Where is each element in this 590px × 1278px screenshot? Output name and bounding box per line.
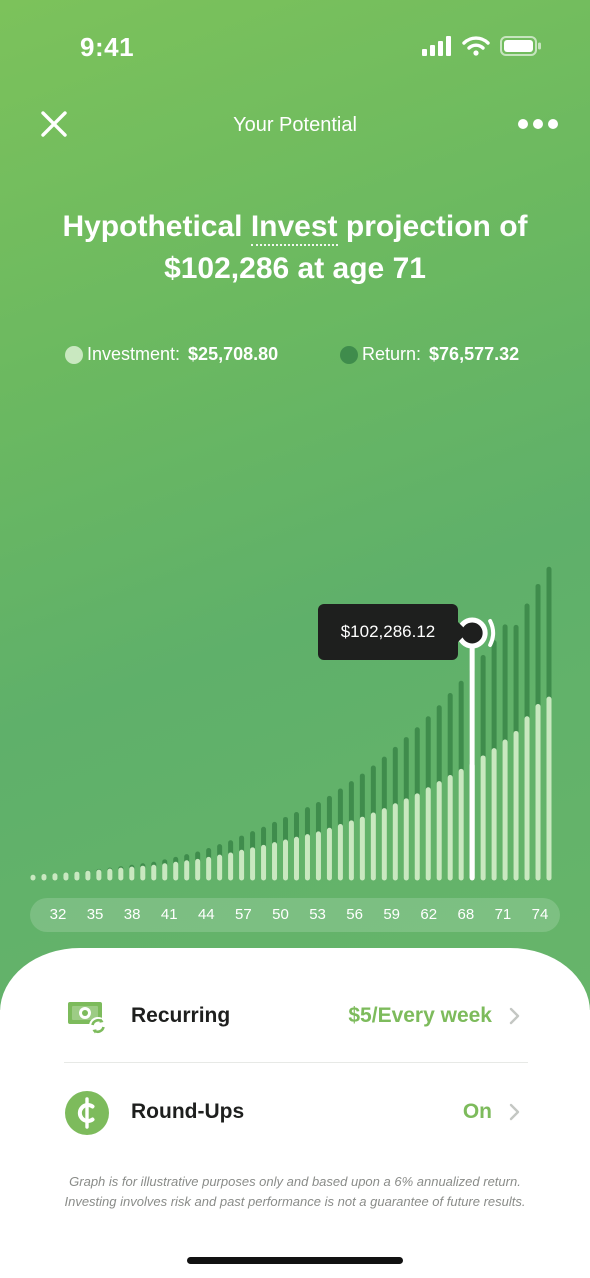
chevron-right-icon xyxy=(509,1007,520,1025)
disclaimer-line-2: Investing involves risk and past perform… xyxy=(64,1194,526,1209)
nav-title: Your Potential xyxy=(233,114,357,136)
row-divider xyxy=(64,1062,528,1063)
age-tick-label[interactable]: 56 xyxy=(335,906,375,923)
age-tick-label[interactable]: 41 xyxy=(149,906,189,923)
legend-return-label: Return: xyxy=(362,344,422,364)
age-tick-label[interactable]: 53 xyxy=(298,906,338,923)
age-tick-label[interactable]: 32 xyxy=(38,906,78,923)
recurring-value: $5/Every week xyxy=(348,1004,492,1027)
chart-tooltip: $102,286.12 xyxy=(318,604,468,660)
age-tick-label[interactable]: 38 xyxy=(112,906,152,923)
legend-investment-label: Investment: xyxy=(87,344,181,364)
age-tick-label[interactable]: 59 xyxy=(372,906,412,923)
age-tick-label[interactable]: 62 xyxy=(409,906,449,923)
return-dot-icon xyxy=(340,345,358,364)
cash-recurring-icon xyxy=(68,1002,107,1035)
legend-return-value: $76,577.32 xyxy=(429,344,520,364)
tooltip-value: $102,286.12 xyxy=(340,622,436,641)
legend-investment-value: $25,708.80 xyxy=(188,344,279,364)
battery-icon xyxy=(500,36,541,56)
status-bar: 9:41 xyxy=(0,30,590,66)
headline-line-1: Hypothetical Invest projection of xyxy=(20,206,570,248)
status-icons xyxy=(422,36,542,56)
round-ups-row[interactable]: Round-Ups On xyxy=(64,1082,528,1142)
legend-return: Return: $76,577.32 xyxy=(340,344,519,365)
headline-prefix: Hypothetical xyxy=(62,210,251,243)
disclaimer-line-1: Graph is for illustrative purposes only … xyxy=(69,1174,521,1189)
status-time: 9:41 xyxy=(80,32,135,62)
headline-suffix: projection of xyxy=(337,210,528,243)
legend-investment: Investment: $25,708.80 xyxy=(65,344,278,365)
invest-term-link[interactable]: Invest xyxy=(250,210,338,246)
headline-line-2: $102,286 at age 71 xyxy=(164,252,426,285)
round-ups-label: Round-Ups xyxy=(131,1100,245,1123)
age-tick-label[interactable]: 44 xyxy=(186,906,226,923)
home-indicator[interactable] xyxy=(187,1257,403,1264)
projection-chart[interactable] xyxy=(0,560,590,890)
projection-headline: Hypothetical Invest projection of $102,2… xyxy=(20,206,570,290)
age-tick-label[interactable]: 74 xyxy=(520,906,560,923)
recurring-row[interactable]: Recurring $5/Every week xyxy=(64,986,528,1046)
investment-dot-icon xyxy=(65,345,83,364)
more-dot xyxy=(518,119,528,129)
more-dot xyxy=(548,119,558,129)
age-tick-label[interactable]: 71 xyxy=(483,906,523,923)
age-tick-label[interactable]: 68 xyxy=(446,906,486,923)
age-tick-label[interactable]: 35 xyxy=(75,906,115,923)
wifi-icon xyxy=(462,36,490,56)
more-options-icon[interactable] xyxy=(518,116,558,132)
nav-bar: Your Potential xyxy=(0,104,590,146)
cent-coin-icon xyxy=(65,1091,109,1135)
more-dot xyxy=(533,119,543,129)
disclaimer: Graph is for illustrative purposes only … xyxy=(30,1172,560,1212)
round-ups-value: On xyxy=(462,1100,492,1123)
recurring-label: Recurring xyxy=(131,1004,231,1027)
scrubber-part xyxy=(488,619,496,647)
cellular-signal-icon xyxy=(422,36,451,56)
chevron-right-icon xyxy=(509,1103,520,1121)
age-tick-label[interactable]: 57 xyxy=(223,906,263,923)
age-tick-label[interactable]: 50 xyxy=(260,906,300,923)
